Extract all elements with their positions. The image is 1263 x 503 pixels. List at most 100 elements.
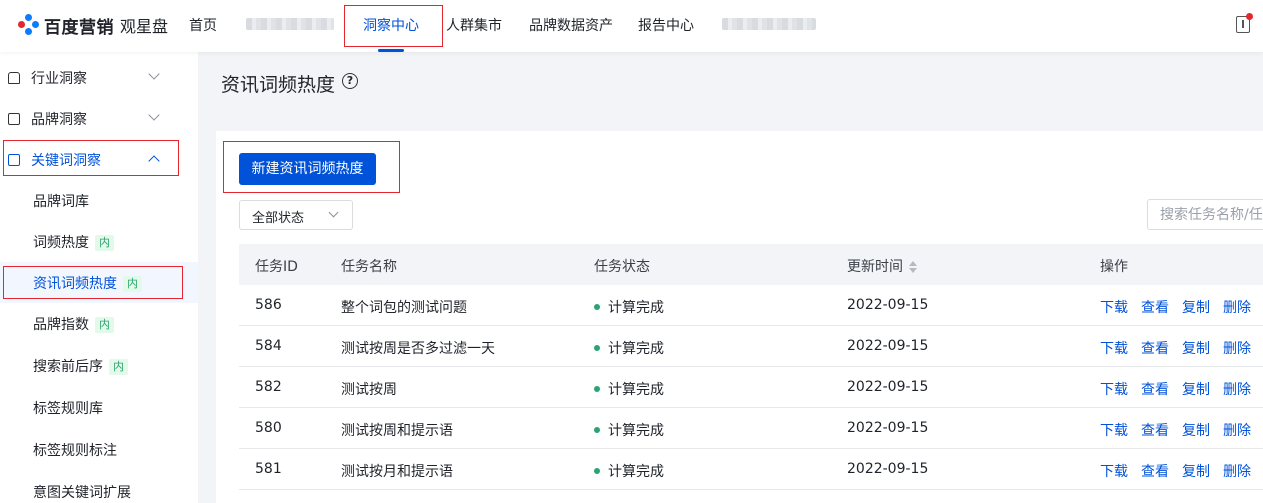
delete-link[interactable]: 删除 <box>1223 420 1251 440</box>
task-status-cell: 计算完成 <box>594 338 664 358</box>
copy-link[interactable]: 复制 <box>1182 379 1210 399</box>
task-name-cell: 整个词包的测试问题 <box>341 300 467 316</box>
column-header-updated-time[interactable]: 更新时间 <box>847 256 917 276</box>
store-icon <box>8 71 20 84</box>
view-link[interactable]: 查看 <box>1141 297 1169 317</box>
sidebar-item-brand-index[interactable]: 品牌指数内 <box>0 303 198 344</box>
column-header-task-status: 任务状态 <box>594 259 650 275</box>
delete-link[interactable]: 删除 <box>1223 461 1251 481</box>
download-link[interactable]: 下载 <box>1100 338 1128 358</box>
column-header-actions: 操作 <box>1100 259 1128 275</box>
updated-time-cell: 2022-09-15 <box>847 461 929 477</box>
download-link[interactable]: 下载 <box>1100 420 1128 440</box>
copy-link[interactable]: 复制 <box>1182 420 1210 440</box>
internal-badge: 内 <box>95 235 114 251</box>
highlight-box <box>344 5 443 47</box>
task-id-cell: 582 <box>255 379 282 395</box>
task-status-text: 计算完成 <box>608 341 664 357</box>
active-nav-indicator <box>378 49 404 52</box>
view-link[interactable]: 查看 <box>1141 461 1169 481</box>
sidebar-item-tag-rule-annotation[interactable]: 标签规则标注 <box>0 429 198 470</box>
search-input[interactable] <box>1148 200 1263 229</box>
sidebar-group-brand-insight[interactable]: 品牌洞察 <box>0 98 198 139</box>
copy-link[interactable]: 复制 <box>1182 297 1210 317</box>
column-header-label: 更新时间 <box>847 259 903 275</box>
id-card-icon <box>8 112 20 125</box>
task-name-cell: 测试按周和提示语 <box>341 423 453 439</box>
chevron-down-icon <box>148 109 160 121</box>
task-status-cell: 计算完成 <box>594 420 664 440</box>
highlight-box <box>3 266 183 299</box>
highlight-box <box>223 141 400 193</box>
sidebar-item-label: 搜索前后序 <box>33 359 103 375</box>
sidebar-item-label: 词频热度 <box>33 235 89 251</box>
search-box[interactable] <box>1147 199 1263 230</box>
baidu-marketing-logo[interactable]: 百度营销 观星盘 <box>18 13 169 38</box>
download-link[interactable]: 下载 <box>1100 461 1128 481</box>
sidebar-item-label: 意图关键词扩展 <box>33 485 131 501</box>
status-dot-icon <box>594 345 600 351</box>
task-status-text: 计算完成 <box>608 464 664 480</box>
nav-audience-market[interactable]: 人群集市 <box>446 15 502 35</box>
copy-link[interactable]: 复制 <box>1182 461 1210 481</box>
sidebar-item-word-frequency[interactable]: 词频热度内 <box>0 221 198 262</box>
logo-icon <box>18 14 40 36</box>
table-row: 580 测试按周和提示语 计算完成 2022-09-15 下载 查看 复制 删除 <box>239 408 1263 449</box>
logo-product-text: 观星盘 <box>120 17 169 36</box>
page-title: 资讯词频热度 <box>221 74 336 96</box>
internal-badge: 内 <box>109 359 128 375</box>
nav-home[interactable]: 首页 <box>189 15 217 35</box>
sort-icon[interactable] <box>909 261 917 273</box>
delete-link[interactable]: 删除 <box>1223 379 1251 399</box>
sidebar-group-label: 品牌洞察 <box>31 111 87 128</box>
view-link[interactable]: 查看 <box>1141 338 1169 358</box>
task-status-cell: 计算完成 <box>594 297 664 317</box>
sidebar-item-intent-keyword-expansion[interactable]: 意图关键词扩展 <box>0 471 198 503</box>
sidebar-item-label: 品牌指数 <box>33 317 89 333</box>
download-link[interactable]: 下载 <box>1100 297 1128 317</box>
table-row: 581 测试按月和提示语 计算完成 2022-09-15 下载 查看 复制 删除 <box>239 449 1263 490</box>
task-id-cell: 584 <box>255 338 282 354</box>
updated-time-cell: 2022-09-15 <box>847 297 929 313</box>
view-link[interactable]: 查看 <box>1141 379 1169 399</box>
sidebar-item-brand-lexicon[interactable]: 品牌词库 <box>0 180 198 221</box>
task-status-text: 计算完成 <box>608 300 664 316</box>
chevron-down-icon <box>148 68 160 80</box>
nav-report-center[interactable]: 报告中心 <box>638 15 694 35</box>
top-navigation-bar: 百度营销 观星盘 首页 洞察中心 人群集市 品牌数据资产 报告中心 <box>0 0 1263 52</box>
sidebar-item-tag-rule-library[interactable]: 标签规则库 <box>0 387 198 428</box>
task-name-cell: 测试按月和提示语 <box>341 464 453 480</box>
sidebar-item-label: 品牌词库 <box>33 194 89 210</box>
redacted-nav-item[interactable] <box>722 18 816 30</box>
status-dot-icon <box>594 386 600 392</box>
redacted-nav-item[interactable] <box>246 18 334 30</box>
nav-brand-data-assets[interactable]: 品牌数据资产 <box>529 15 613 35</box>
status-dot-icon <box>594 304 600 310</box>
help-icon[interactable]: ? <box>342 73 358 89</box>
status-filter-select[interactable]: 全部状态 <box>239 200 353 230</box>
task-status-cell: 计算完成 <box>594 379 664 399</box>
table-row: 584 测试按周是否多过滤一天 计算完成 2022-09-15 下载 查看 复制… <box>239 326 1263 367</box>
sidebar-group-label: 行业洞察 <box>31 70 87 87</box>
table-row: 582 测试按周 计算完成 2022-09-15 下载 查看 复制 删除 <box>239 367 1263 408</box>
table-header: 任务ID 任务名称 任务状态 更新时间 操作 <box>239 244 1263 285</box>
delete-link[interactable]: 删除 <box>1223 338 1251 358</box>
task-status-cell: 计算完成 <box>594 461 664 481</box>
updated-time-cell: 2022-09-15 <box>847 420 929 436</box>
sidebar-item-search-sequence[interactable]: 搜索前后序内 <box>0 345 198 386</box>
download-link[interactable]: 下载 <box>1100 379 1128 399</box>
status-filter-value: 全部状态 <box>252 211 305 226</box>
task-status-text: 计算完成 <box>608 382 664 398</box>
internal-badge: 内 <box>95 317 114 333</box>
task-id-cell: 581 <box>255 461 282 477</box>
status-dot-icon <box>594 427 600 433</box>
task-id-cell: 580 <box>255 420 282 436</box>
logo-brand-text: 百度营销 <box>44 17 114 38</box>
status-dot-icon <box>594 468 600 474</box>
copy-link[interactable]: 复制 <box>1182 338 1210 358</box>
sidebar-group-industry-insight[interactable]: 行业洞察 <box>0 57 198 98</box>
delete-link[interactable]: 删除 <box>1223 297 1251 317</box>
task-name-cell: 测试按周 <box>341 382 397 398</box>
table-row: 586 整个词包的测试问题 计算完成 2022-09-15 下载 查看 复制 删… <box>239 285 1263 326</box>
view-link[interactable]: 查看 <box>1141 420 1169 440</box>
